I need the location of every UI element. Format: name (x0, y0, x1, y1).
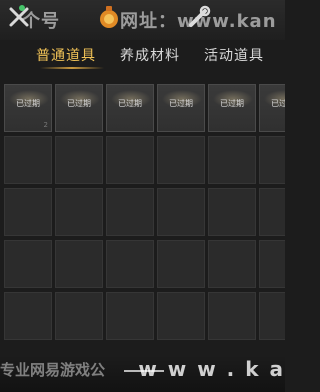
inventory-slot-empty[interactable] (106, 240, 154, 288)
inventory-slot-empty[interactable] (4, 136, 52, 184)
tab-bar: 普通道具 养成材料 活动道具 (0, 40, 285, 74)
inventory-slot-item[interactable]: 已过期 (208, 84, 256, 132)
inventory-slot-empty[interactable] (106, 136, 154, 184)
watermark-bottom-text: 专业网易游戏公 (0, 361, 106, 379)
inventory-slot-item[interactable]: 已过期 (157, 84, 205, 132)
tab-event-items[interactable]: 活动道具 (204, 45, 264, 65)
inventory-slot-item[interactable]: 已过期 (106, 84, 154, 132)
top-bar: 个号 网址：www.kan (0, 0, 285, 40)
inventory-slot-empty[interactable] (208, 188, 256, 236)
inventory-slot-empty[interactable] (106, 188, 154, 236)
inventory-slot-empty[interactable] (157, 136, 205, 184)
inventory-slot-empty[interactable] (157, 240, 205, 288)
item-status: 已过期 (220, 99, 244, 108)
inventory-slot-empty[interactable] (55, 136, 103, 184)
item-status: 已过期 (118, 99, 142, 108)
inventory-slot-empty[interactable] (208, 136, 256, 184)
inventory-slot-empty[interactable] (4, 240, 52, 288)
inventory-slot-empty[interactable] (259, 292, 285, 340)
inventory-slot-empty[interactable] (259, 188, 285, 236)
watermark-url: w w w . k a (138, 357, 285, 381)
item-quantity: 2 (43, 121, 48, 129)
gift-bag-icon[interactable] (96, 4, 122, 30)
item-status: 已过期 (16, 99, 40, 108)
watermark-top-left: 个号 (22, 11, 60, 32)
inventory-slot-empty[interactable] (106, 292, 154, 340)
inventory-slot-empty[interactable] (208, 240, 256, 288)
tab-normal-items[interactable]: 普通道具 (36, 45, 96, 65)
item-status: 已过期 (67, 99, 91, 108)
active-tab-indicator (40, 67, 104, 69)
tab-growth-materials[interactable]: 养成材料 (120, 45, 180, 65)
inventory-slot-empty[interactable] (157, 188, 205, 236)
inventory-slot-item[interactable]: 已过期 (55, 84, 103, 132)
inventory-slot-empty[interactable] (4, 188, 52, 236)
inventory-slot-empty[interactable] (55, 188, 103, 236)
inventory-slot-item[interactable]: 已过期 3 (259, 84, 285, 132)
inventory-grid: 已过期 2 已过期 已过期 已过期 已过期 已过期 3 (0, 78, 285, 350)
inventory-slot-empty[interactable] (157, 292, 205, 340)
wrench-icon[interactable] (186, 4, 212, 30)
inventory-slot-empty[interactable] (208, 292, 256, 340)
item-status: 已过期 (271, 99, 285, 108)
inventory-slot-empty[interactable] (55, 240, 103, 288)
watermark-bottom: 专业网易游戏公 w w w . k a (0, 355, 285, 392)
item-status: 已过期 (169, 99, 193, 108)
inventory-slot-empty[interactable] (259, 240, 285, 288)
inventory-slot-empty[interactable] (259, 136, 285, 184)
inventory-slot-empty[interactable] (4, 292, 52, 340)
inventory-slot-item[interactable]: 已过期 2 (4, 84, 52, 132)
inventory-slot-empty[interactable] (55, 292, 103, 340)
